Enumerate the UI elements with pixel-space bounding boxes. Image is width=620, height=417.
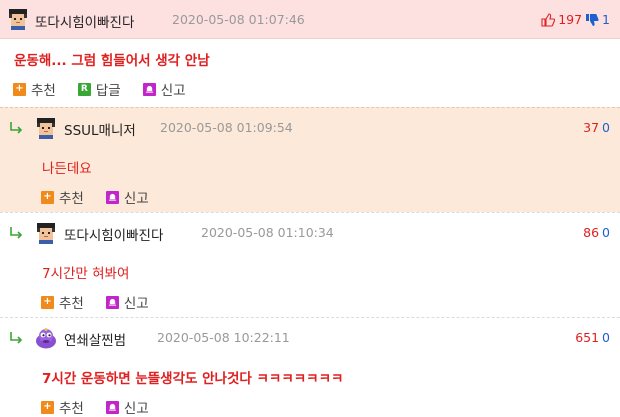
plus-icon: + — [41, 190, 54, 204]
thumbs-up-icon[interactable] — [541, 12, 556, 27]
bell-icon — [105, 295, 119, 309]
comment-header: 또다시힘이빠진다 2020-05-08 01:07:46 197 1 — [0, 0, 620, 39]
report-label: 신고 — [160, 83, 186, 99]
vote-counts: 37 0 — [583, 120, 610, 135]
bell-icon — [142, 82, 156, 96]
comment-author[interactable]: 또다시힘이빠진다 — [64, 224, 163, 244]
comment-item: 또다시힘이빠진다 2020-05-08 01:07:46 197 1 운동해..… — [0, 0, 620, 107]
report-button[interactable]: 신고 — [105, 397, 149, 417]
comment-date: 2020-05-08 10:22:11 — [157, 330, 290, 345]
student-avatar-icon — [9, 9, 27, 30]
report-button[interactable]: 신고 — [105, 292, 149, 312]
comment-author[interactable]: SSUL매니저 — [64, 119, 136, 139]
reply-item: SSUL매니저 2020-05-08 01:09:54 37 0 나든데요 + … — [0, 107, 620, 212]
plus-icon: + — [41, 295, 54, 309]
vote-counts: 197 1 — [541, 12, 610, 27]
comment-author[interactable]: 또다시힘이빠진다 — [35, 11, 134, 31]
report-label: 신고 — [123, 191, 149, 207]
recommend-label: 추천 — [59, 296, 84, 312]
recommend-button[interactable]: + 추천 — [13, 79, 56, 99]
comment-text: 운동해... 그럼 힘들어서 생각 안남 — [14, 53, 210, 69]
reply-arrow-icon — [10, 332, 23, 344]
report-button[interactable]: 신고 — [105, 187, 149, 207]
comment-text: 나든데요 — [42, 161, 92, 177]
comment-date: 2020-05-08 01:07:46 — [172, 12, 305, 27]
recommend-button[interactable]: + 추천 — [41, 187, 84, 207]
report-label: 신고 — [123, 296, 149, 312]
comment-actions: + 추천 신고 — [41, 187, 149, 207]
reply-label: 답글 — [95, 83, 121, 99]
thumbs-down-icon[interactable] — [585, 13, 599, 27]
report-label: 신고 — [123, 401, 149, 417]
recommend-label: 추천 — [59, 401, 84, 417]
recommend-button[interactable]: + 추천 — [41, 397, 84, 417]
upvote-count[interactable]: 37 — [583, 120, 599, 135]
downvote-count[interactable]: 0 — [602, 120, 610, 135]
reply-item: 연쇄살찐범 2020-05-08 10:22:11 651 0 7시간 운동하면… — [0, 317, 620, 417]
comment-actions: + 추천 신고 — [41, 397, 149, 417]
reply-r-icon: R — [77, 82, 91, 96]
vote-counts: 651 0 — [575, 330, 610, 345]
downvote-count: 1 — [602, 12, 610, 27]
upvote-count[interactable]: 651 — [575, 330, 599, 345]
comment-author[interactable]: 연쇄살찐범 — [64, 329, 126, 349]
reply-item: 또다시힘이빠진다 2020-05-08 01:10:34 86 0 7시간만 혀… — [0, 212, 620, 317]
downvote-count[interactable]: 0 — [602, 330, 610, 345]
upvote-count: 197 — [558, 12, 583, 27]
report-button[interactable]: 신고 — [142, 79, 186, 99]
recommend-button[interactable]: + 추천 — [41, 292, 84, 312]
downvote-count[interactable]: 0 — [602, 225, 610, 240]
purple-blob-avatar-icon — [36, 328, 56, 349]
recommend-label: 추천 — [59, 191, 84, 207]
student-avatar-icon — [37, 223, 55, 244]
comment-actions: + 추천 신고 — [41, 292, 149, 312]
student-avatar-icon — [37, 118, 55, 139]
comment-actions: + 추천 R 답글 신고 — [13, 79, 186, 99]
plus-icon: + — [13, 82, 26, 96]
bell-icon — [105, 190, 119, 204]
comment-date: 2020-05-08 01:09:54 — [160, 120, 293, 135]
reply-arrow-icon — [10, 122, 23, 134]
bell-icon — [105, 400, 119, 414]
upvote-count[interactable]: 86 — [583, 225, 599, 240]
reply-arrow-icon — [10, 227, 23, 239]
comment-text: 7시간만 혀봐여 — [42, 266, 130, 282]
plus-icon: + — [41, 400, 54, 414]
reply-button[interactable]: R 답글 — [77, 79, 121, 99]
recommend-label: 추천 — [31, 83, 56, 99]
vote-counts: 86 0 — [583, 225, 610, 240]
comment-date: 2020-05-08 01:10:34 — [201, 225, 334, 240]
comment-text: 7시간 운동하면 눈뜰생각도 안나것다 ㅋㅋㅋㅋㅋㅋㅋ — [42, 371, 344, 387]
